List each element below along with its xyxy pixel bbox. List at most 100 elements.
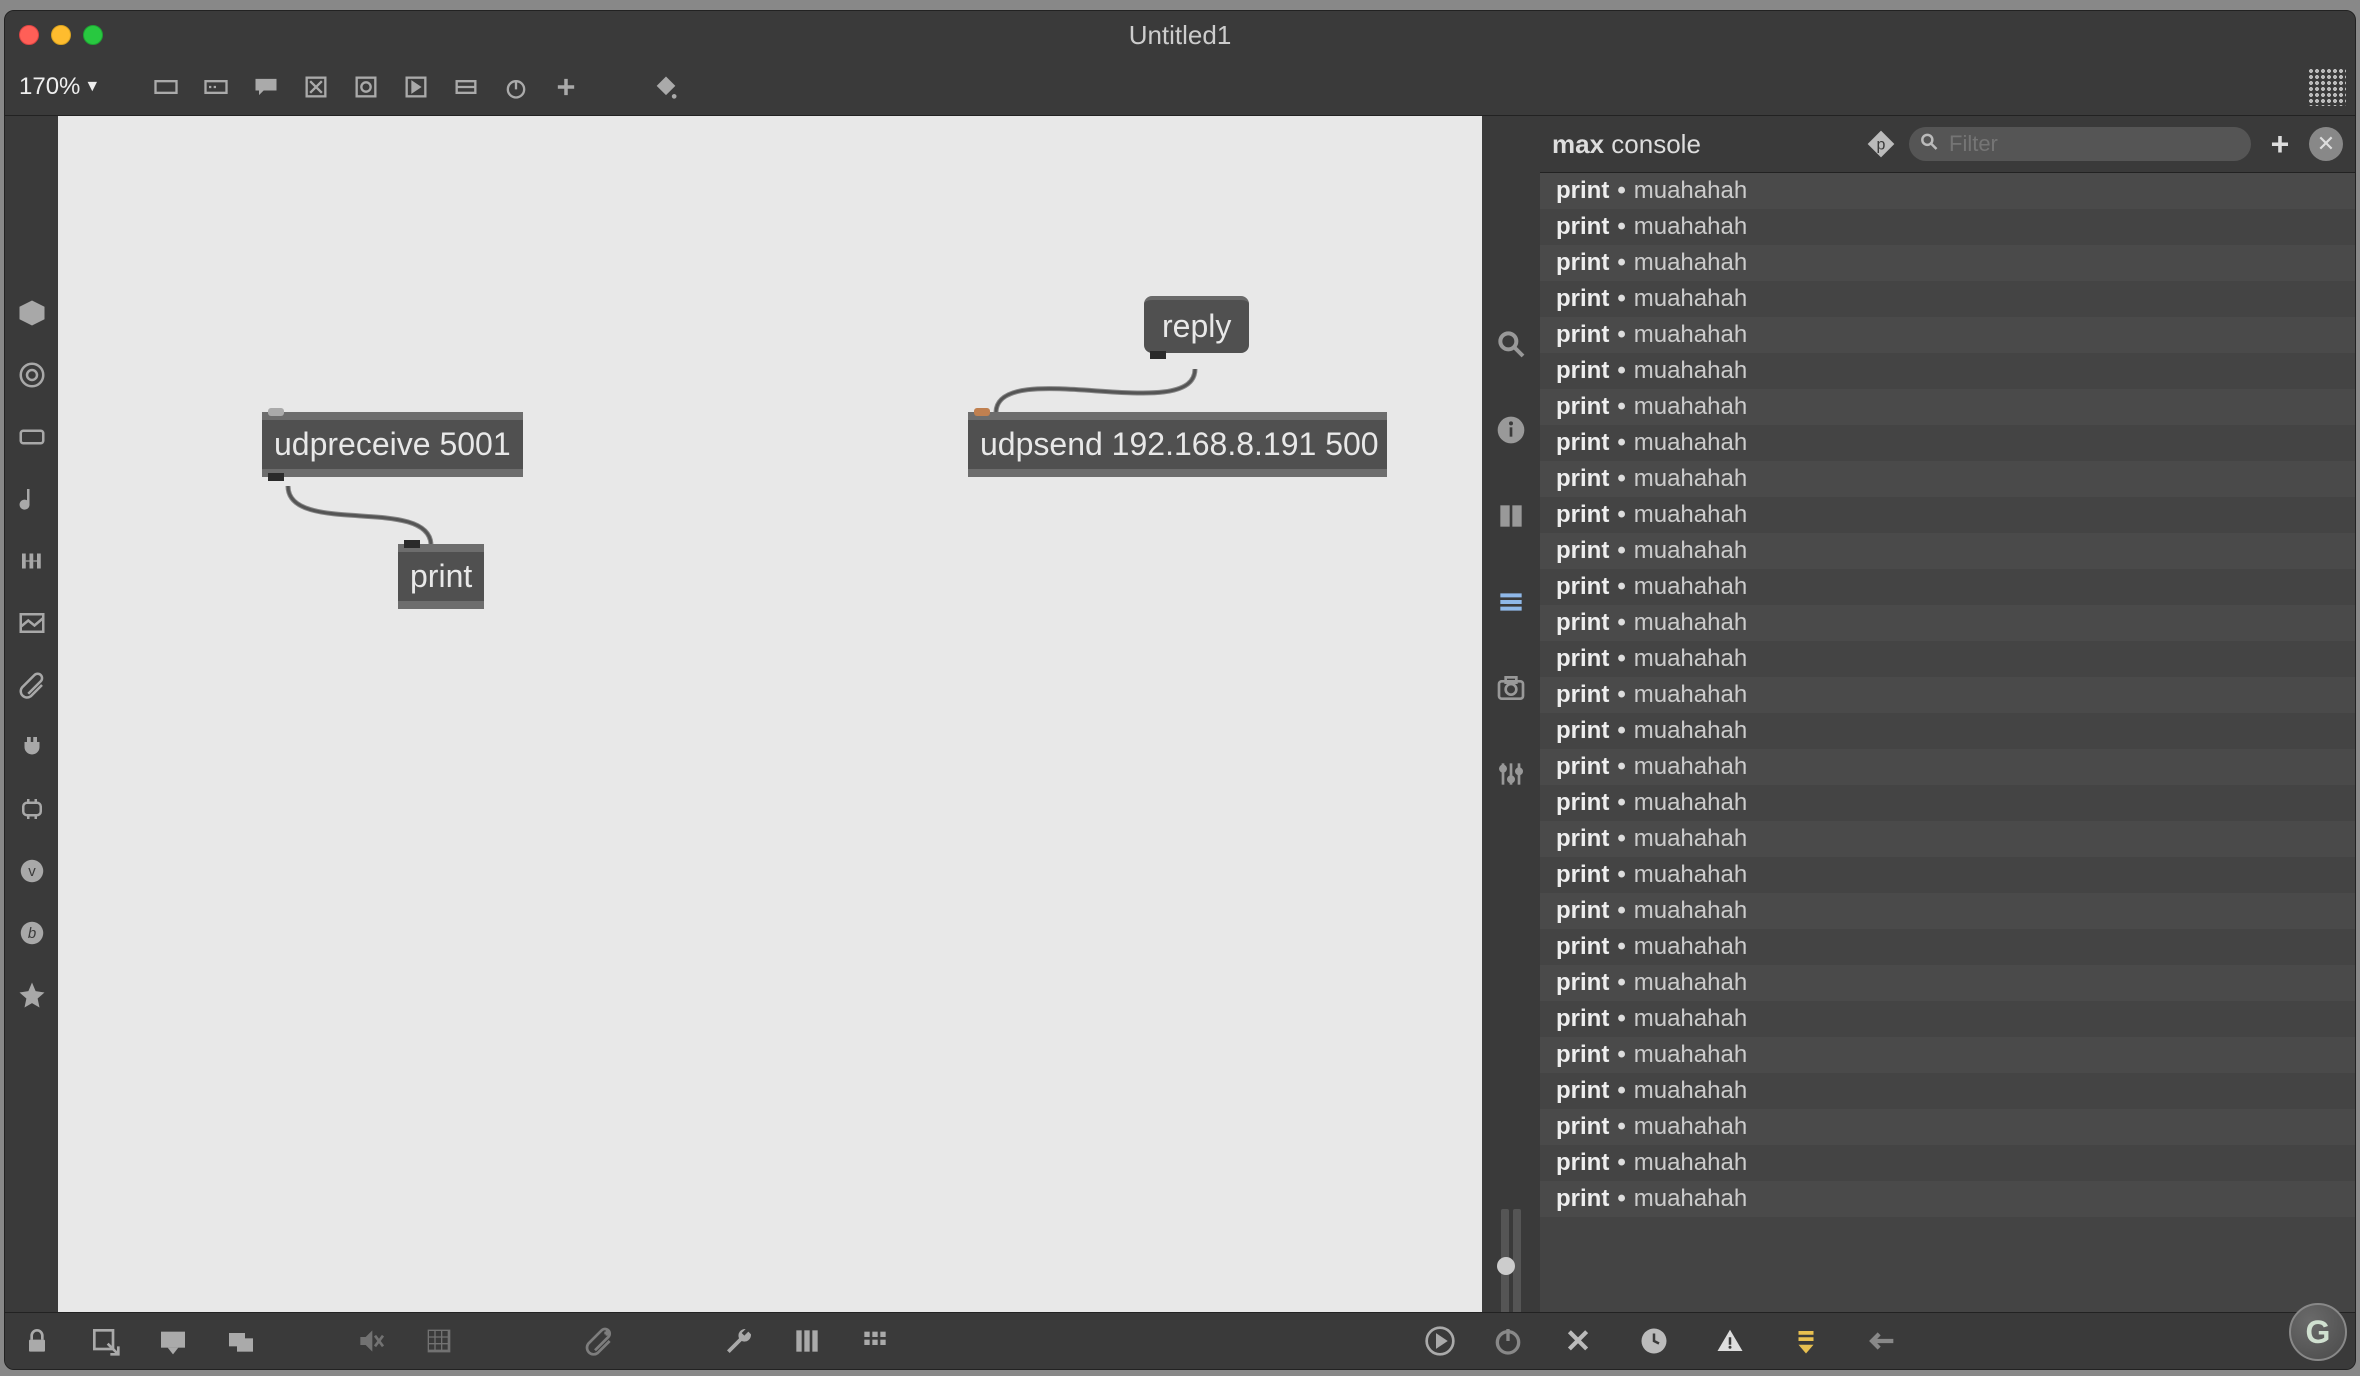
console-row[interactable]: print•muahahah (1540, 641, 2355, 677)
console-row[interactable]: print•muahahah (1540, 1181, 2355, 1217)
object-udpsend[interactable]: udpsend 192.168.8.191 500 (968, 412, 1387, 477)
add-icon[interactable] (546, 67, 586, 107)
patcher-canvas[interactable]: reply udpreceive 5001 udpsend 192.168.8.… (58, 116, 1482, 1369)
console-row-message: muahahah (1634, 789, 1747, 817)
console-body[interactable]: print•muahahahprint•muahahahprint•muahah… (1540, 173, 2355, 1312)
patcher-windows-icon[interactable] (223, 1323, 259, 1359)
new-view-icon[interactable] (87, 1323, 123, 1359)
new-button-button[interactable] (346, 67, 386, 107)
console-row[interactable]: print•muahahah (1540, 461, 2355, 497)
console-row[interactable]: print•muahahah (1540, 1073, 2355, 1109)
parameters-icon[interactable] (1493, 756, 1529, 792)
console-row[interactable]: print•muahahah (1540, 245, 2355, 281)
console-row[interactable]: print•muahahah (1540, 965, 2355, 1001)
console-filter-input[interactable] (1909, 127, 2251, 161)
back-arrow-icon[interactable] (1864, 1323, 1900, 1359)
objects-palette-icon[interactable] (15, 296, 49, 330)
attach-icon[interactable] (581, 1323, 617, 1359)
zoom-dropdown[interactable]: 170% ▼ (13, 73, 106, 101)
snapshot-icon[interactable] (1493, 670, 1529, 706)
object-print[interactable]: print (398, 544, 484, 609)
note-icon[interactable] (15, 482, 49, 516)
inlet[interactable] (404, 540, 420, 548)
vizzie-icon[interactable]: v (15, 854, 49, 888)
reference-panel-icon[interactable] (1493, 498, 1529, 534)
minimize-window-button[interactable] (51, 25, 71, 45)
message-box-reply[interactable]: reply (1144, 296, 1249, 353)
outlet[interactable] (1150, 351, 1166, 359)
record-icon[interactable] (1422, 1323, 1458, 1359)
image-icon[interactable] (15, 606, 49, 640)
locate-icon[interactable]: p (1865, 128, 1897, 160)
beap-icon[interactable] (15, 792, 49, 826)
console-row[interactable]: print•muahahah (1540, 785, 2355, 821)
object-udpreceive[interactable]: udpreceive 5001 (262, 412, 523, 477)
add-icon[interactable]: + (2263, 127, 2297, 161)
console-panel-icon[interactable] (1493, 584, 1529, 620)
lock-icon[interactable] (19, 1323, 55, 1359)
calendar-grid-icon[interactable] (857, 1323, 893, 1359)
new-number-button[interactable] (396, 67, 436, 107)
scroll-to-bottom-icon[interactable] (1788, 1323, 1824, 1359)
warning-icon[interactable] (1712, 1323, 1748, 1359)
plugin-icon[interactable] (15, 730, 49, 764)
inlet[interactable] (974, 408, 990, 416)
snap-to-grid-icon[interactable] (2307, 67, 2347, 107)
close-console-icon[interactable]: ✕ (1560, 1323, 1596, 1359)
close-window-button[interactable] (19, 25, 39, 45)
new-dial-button[interactable] (496, 67, 536, 107)
console-row[interactable]: print•muahahah (1540, 749, 2355, 785)
console-row[interactable]: print•muahahah (1540, 857, 2355, 893)
jitter-icon[interactable] (15, 544, 49, 578)
ui-icon[interactable] (15, 420, 49, 454)
grammarly-badge[interactable]: G (2289, 1303, 2347, 1361)
console-row[interactable]: print•muahahah (1540, 713, 2355, 749)
console-row[interactable]: print•muahahah (1540, 209, 2355, 245)
presentation-mode-icon[interactable] (155, 1323, 191, 1359)
new-flonum-button[interactable] (446, 67, 486, 107)
mixer-icon[interactable] (789, 1323, 825, 1359)
console-row[interactable]: print•muahahah (1540, 1109, 2355, 1145)
console-row[interactable]: print•muahahah (1540, 281, 2355, 317)
console-row[interactable]: print•muahahah (1540, 173, 2355, 209)
new-message-button[interactable] (196, 67, 236, 107)
console-row[interactable]: print•muahahah (1540, 1037, 2355, 1073)
new-object-button[interactable] (146, 67, 186, 107)
console-row[interactable]: print•muahahah (1540, 893, 2355, 929)
console-row[interactable]: print•muahahah (1540, 533, 2355, 569)
paperclip-icon[interactable] (15, 668, 49, 702)
console-row-source: print (1556, 789, 1609, 817)
power-icon[interactable] (1490, 1323, 1526, 1359)
grid-display-icon[interactable] (421, 1323, 457, 1359)
paint-bucket-icon[interactable] (646, 67, 686, 107)
info-icon[interactable] (1493, 412, 1529, 448)
inlet[interactable] (268, 408, 284, 416)
console-row-source: print (1556, 1149, 1609, 1177)
clear-console-icon[interactable]: ✕ (2309, 127, 2343, 161)
new-comment-button[interactable] (246, 67, 286, 107)
new-toggle-button[interactable] (296, 67, 336, 107)
console-row[interactable]: print•muahahah (1540, 497, 2355, 533)
console-row[interactable]: print•muahahah (1540, 317, 2355, 353)
console-row[interactable]: print•muahahah (1540, 677, 2355, 713)
console-row[interactable]: print•muahahah (1540, 1145, 2355, 1181)
console-row[interactable]: print•muahahah (1540, 569, 2355, 605)
console-row[interactable]: print•muahahah (1540, 425, 2355, 461)
console-row[interactable]: print•muahahah (1540, 821, 2355, 857)
mute-icon[interactable] (353, 1323, 389, 1359)
maximize-window-button[interactable] (83, 25, 103, 45)
favorites-icon[interactable] (15, 978, 49, 1012)
bpatcher-icon[interactable]: b (15, 916, 49, 950)
clock-icon[interactable] (1636, 1323, 1672, 1359)
outlet[interactable] (268, 473, 284, 481)
search-icon[interactable] (1493, 326, 1529, 362)
console-row[interactable]: print•muahahah (1540, 1001, 2355, 1037)
console-row[interactable]: print•muahahah (1540, 605, 2355, 641)
bullet-icon: • (1617, 573, 1625, 601)
console-row[interactable]: print•muahahah (1540, 929, 2355, 965)
wrench-icon[interactable] (721, 1323, 757, 1359)
console-row[interactable]: print•muahahah (1540, 389, 2355, 425)
meter-slider-thumb[interactable] (1497, 1257, 1515, 1275)
target-icon[interactable] (15, 358, 49, 392)
console-row[interactable]: print•muahahah (1540, 353, 2355, 389)
